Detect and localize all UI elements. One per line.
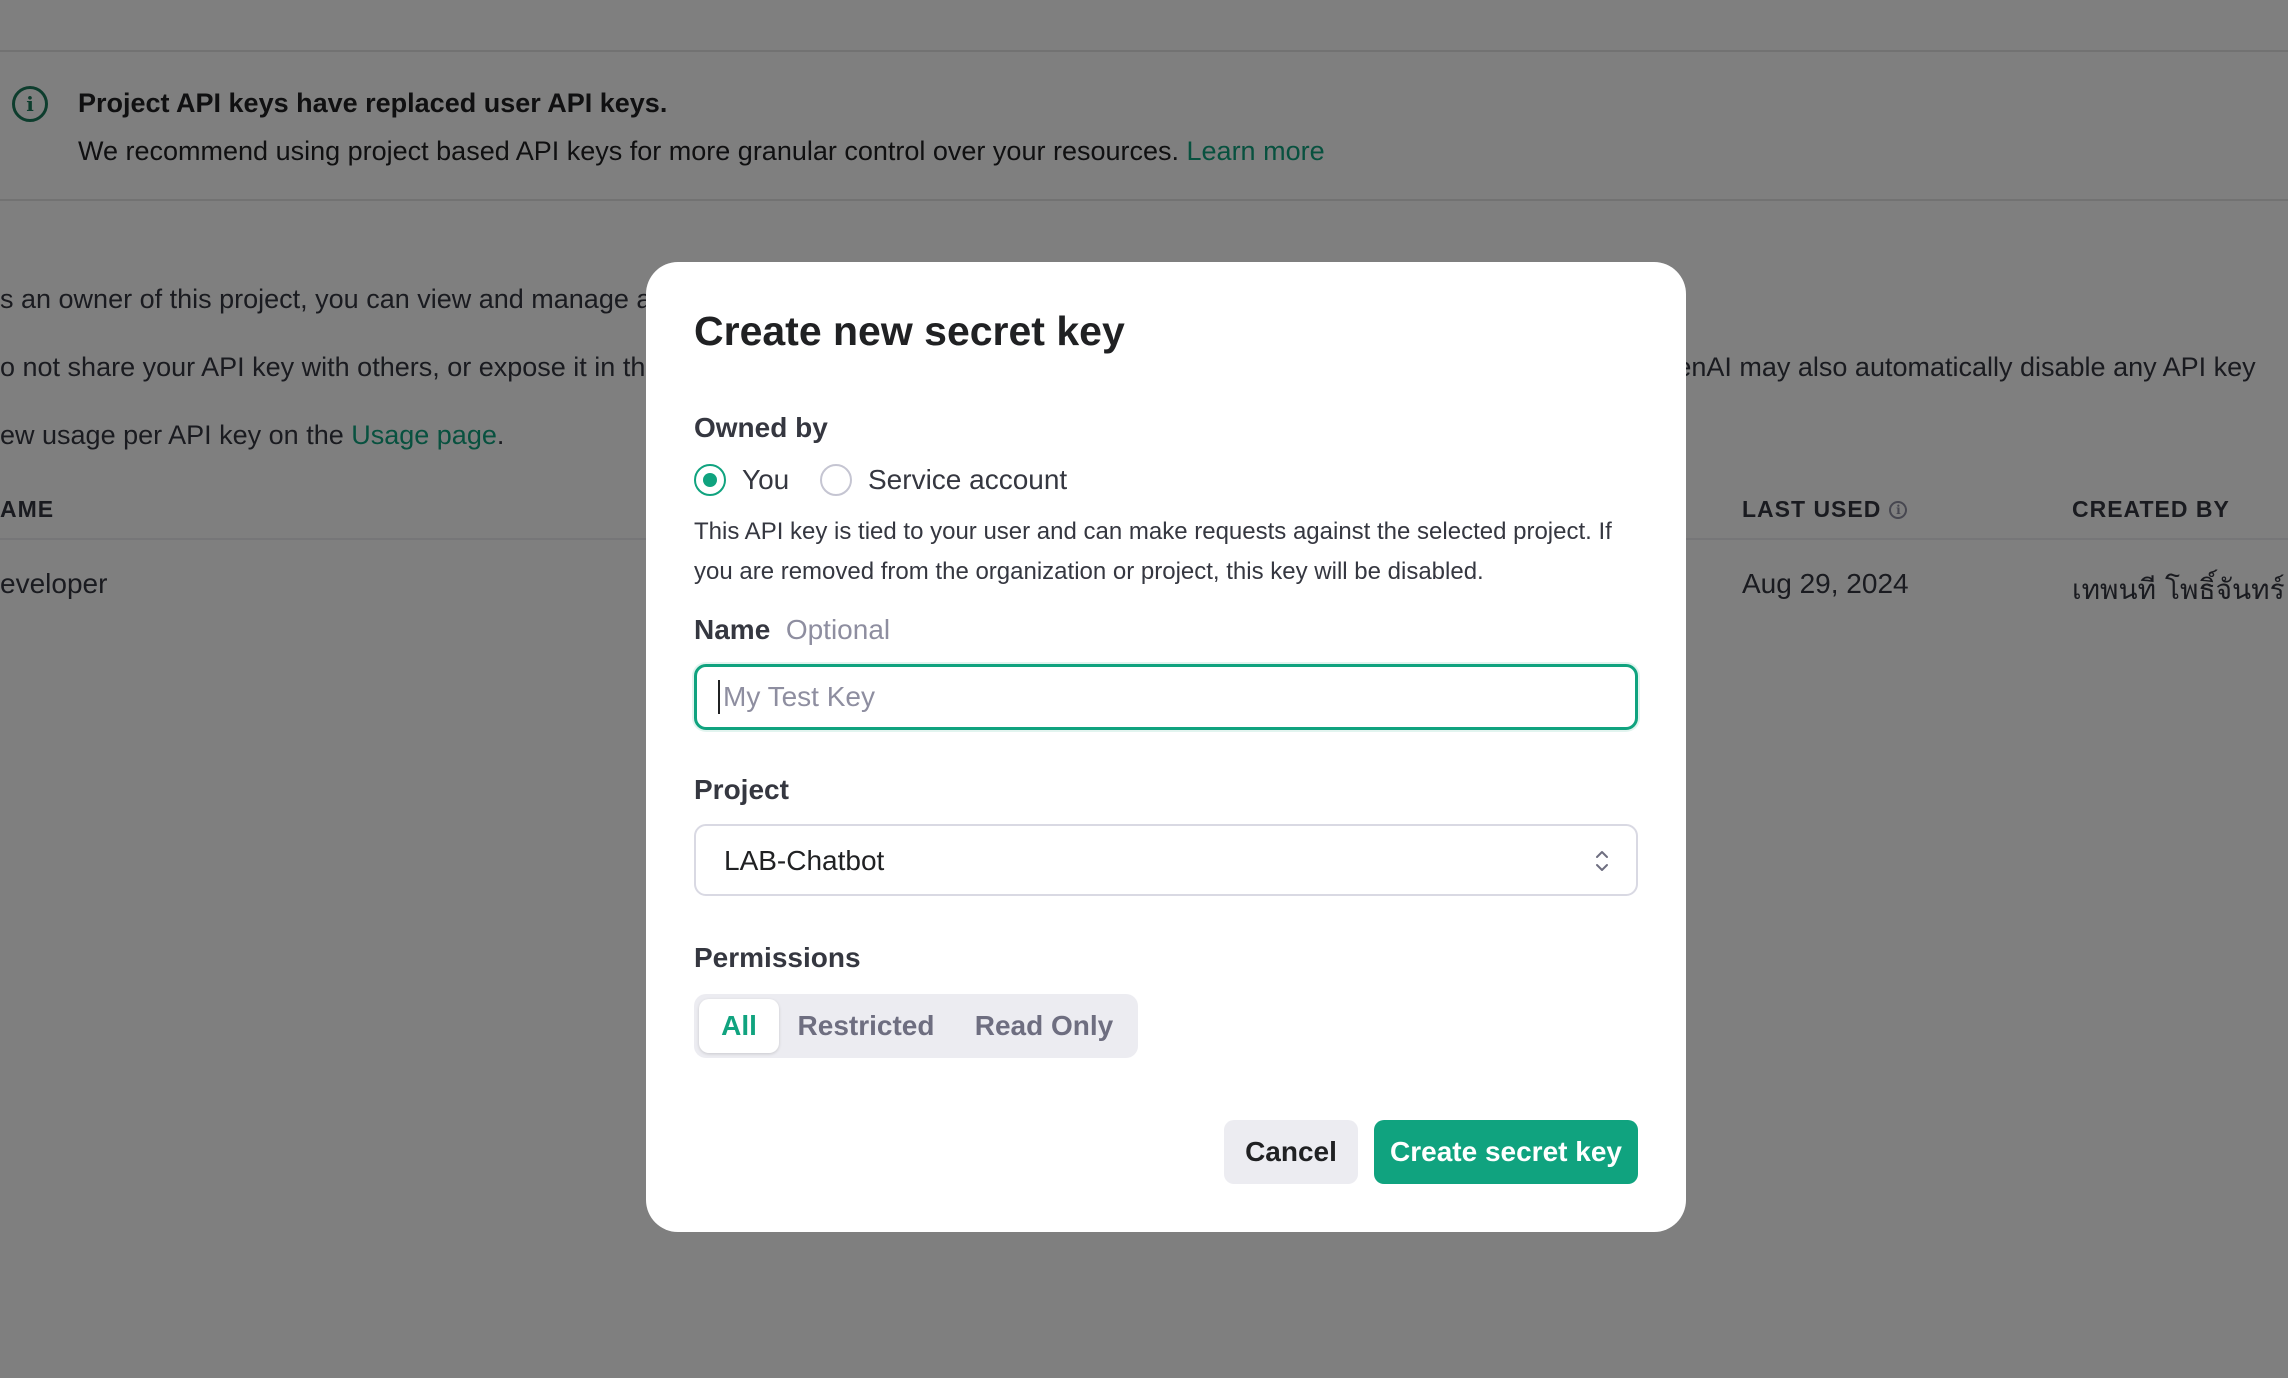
name-input[interactable]: [694, 664, 1638, 730]
project-select-value: LAB-Chatbot: [724, 845, 885, 876]
name-label: Name Optional: [694, 614, 890, 646]
text-caret: [718, 680, 720, 714]
create-secret-key-dialog: Create new secret key Owned by You Servi…: [646, 262, 1686, 1232]
permission-read-only-button[interactable]: Read Only: [956, 999, 1132, 1053]
project-label: Project: [694, 774, 789, 805]
name-label-text: Name: [694, 614, 771, 645]
owned-by-label: Owned by: [694, 412, 828, 443]
owner-help-text: This API key is tied to your user and ca…: [694, 518, 1612, 585]
owner-option-you-label[interactable]: You: [742, 464, 789, 496]
permission-restricted-button[interactable]: Restricted: [786, 999, 946, 1053]
page: i Project API keys have replaced user AP…: [0, 0, 2288, 1378]
owner-radio-service-account[interactable]: [820, 464, 852, 496]
permissions-label: Permissions: [694, 942, 861, 973]
owner-option-service-account-label[interactable]: Service account: [868, 464, 1067, 496]
permissions-segmented-control: All Restricted Read Only: [694, 994, 1138, 1058]
dialog-title: Create new secret key: [694, 308, 1125, 354]
chevron-up-down-icon: [1596, 851, 1608, 871]
project-select[interactable]: LAB-Chatbot: [694, 824, 1638, 896]
cancel-button[interactable]: Cancel: [1224, 1120, 1358, 1184]
permission-all-button[interactable]: All: [699, 999, 779, 1053]
owner-radio-you[interactable]: [694, 464, 726, 496]
optional-hint: Optional: [785, 614, 891, 645]
create-secret-key-button[interactable]: Create secret key: [1374, 1120, 1638, 1184]
